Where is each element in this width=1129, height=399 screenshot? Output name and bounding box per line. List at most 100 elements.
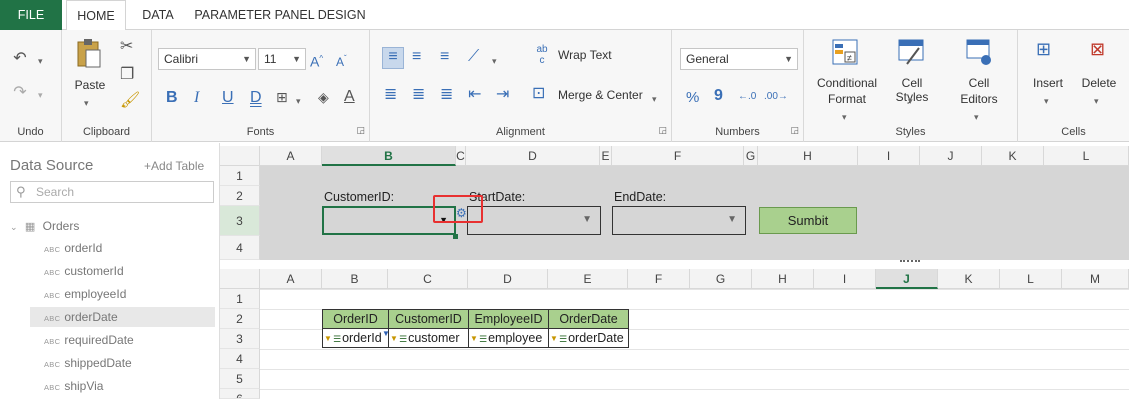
delete-cells-icon[interactable]: ⊠ (1090, 40, 1105, 58)
column-header[interactable]: J (920, 146, 982, 166)
table-header-cell[interactable]: EmployeeID (468, 309, 549, 329)
increase-indent-icon[interactable]: ⇥ (496, 86, 509, 104)
chevron-down-icon[interactable]: ▾ (492, 52, 497, 70)
cut-icon[interactable]: ✂ (120, 38, 133, 56)
tab-home[interactable]: HOME (66, 0, 126, 31)
row-header[interactable]: 5 (220, 369, 260, 389)
filter-icon[interactable]: ▼ (382, 329, 390, 338)
field-item[interactable]: ABC customerId (30, 261, 215, 281)
chevron-down-icon[interactable]: ▾ (974, 108, 979, 126)
increase-font-icon[interactable]: A^ (310, 50, 323, 71)
paste-icon[interactable] (74, 38, 104, 70)
chevron-down-icon[interactable]: ▾ (908, 92, 913, 110)
row-header[interactable]: 2 (220, 186, 260, 206)
dropdown-arrow-icon[interactable]: ▼ (582, 214, 592, 225)
column-header[interactable]: H (752, 269, 814, 289)
column-header[interactable]: C (388, 269, 468, 289)
corner-header[interactable] (220, 269, 260, 289)
font-name-select[interactable]: Calibri ▼ (158, 48, 256, 70)
percent-icon[interactable]: % (686, 89, 699, 107)
font-size-select[interactable]: 11 ▼ (258, 48, 306, 70)
wrap-text-button[interactable]: Wrap Text (558, 48, 612, 62)
column-header[interactable]: H (758, 146, 858, 166)
double-underline-icon[interactable]: D (250, 89, 262, 107)
chevron-down-icon[interactable]: ▾ (38, 52, 43, 70)
chevron-down-icon[interactable]: ▾ (842, 108, 847, 126)
splitter-handle[interactable] (900, 260, 920, 263)
conditional-format-icon[interactable]: ≠ (830, 38, 860, 68)
align-left-icon[interactable]: ≣ (384, 86, 397, 104)
number-format-select[interactable]: General ▼ (680, 48, 798, 70)
delete-button[interactable]: Delete (1078, 76, 1120, 90)
add-table-button[interactable]: +Add Table (144, 159, 204, 173)
column-header[interactable]: I (814, 269, 876, 289)
format-painter-icon[interactable]: 🖌 (120, 92, 140, 110)
cell-editors-button[interactable]: Cell (954, 76, 1004, 90)
column-header[interactable]: B (322, 146, 456, 166)
search-input[interactable]: ⚲ Search (10, 181, 214, 203)
increase-decimal-icon[interactable]: ←.0 (738, 88, 756, 106)
row-header[interactable]: 1 (220, 166, 260, 186)
chevron-down-icon[interactable]: ▾ (38, 86, 43, 104)
fill-handle[interactable] (453, 234, 458, 239)
column-header[interactable]: E (600, 146, 612, 166)
paste-button[interactable]: Paste (70, 78, 110, 92)
merge-center-button[interactable]: Merge & Center (558, 88, 643, 102)
chevron-down-icon[interactable]: ▾ (84, 94, 89, 112)
table-header-cell[interactable]: OrderID (322, 309, 389, 329)
comma-icon[interactable]: 9 (714, 87, 723, 105)
start-date-select[interactable]: ▼ (467, 206, 601, 235)
field-item[interactable]: ABC requiredDate (30, 330, 215, 350)
field-item[interactable]: ABC orderId (30, 238, 215, 258)
cell-editors-icon[interactable] (964, 38, 994, 68)
merge-center-icon[interactable]: ⊡ (532, 85, 545, 103)
align-center-icon[interactable]: ≣ (412, 86, 425, 104)
column-header[interactable]: K (982, 146, 1044, 166)
column-header[interactable]: B (322, 269, 388, 289)
table-binding-cell[interactable]: ▼ ☰customer (388, 328, 469, 348)
decrease-decimal-icon[interactable]: .00→ (764, 88, 788, 106)
align-middle-icon[interactable]: ≡ (412, 48, 421, 66)
tab-data[interactable]: DATA (134, 0, 182, 30)
font-color-icon[interactable]: A (344, 88, 355, 106)
column-header[interactable]: F (628, 269, 690, 289)
submit-button[interactable]: Sumbit (759, 207, 857, 234)
redo-icon[interactable]: ↷ (10, 84, 30, 102)
copy-icon[interactable]: ❐ (120, 66, 134, 84)
chevron-down-icon[interactable]: ⌄ (10, 222, 18, 232)
column-header[interactable]: E (548, 269, 628, 289)
table-header-cell[interactable]: OrderDate (548, 309, 629, 329)
alignment-dialog-launcher-icon[interactable]: ◲ (658, 125, 667, 136)
column-header[interactable]: D (468, 269, 548, 289)
dropdown-arrow-icon[interactable]: ▼ (727, 214, 737, 225)
column-header[interactable]: G (690, 269, 752, 289)
align-right-icon[interactable]: ≣ (440, 86, 453, 104)
border-icon[interactable]: ⊞ (276, 88, 288, 106)
column-header[interactable]: L (1044, 146, 1129, 166)
conditional-format-button[interactable]: Conditional (812, 76, 882, 90)
column-header[interactable]: M (1062, 269, 1129, 289)
decrease-font-icon[interactable]: Aˇ (336, 50, 347, 71)
column-header[interactable]: A (260, 269, 322, 289)
decrease-indent-icon[interactable]: ⇤ (468, 86, 481, 104)
corner-header[interactable] (220, 146, 260, 166)
insert-cells-icon[interactable]: ⊞ (1036, 40, 1051, 58)
row-header[interactable]: 2 (220, 309, 260, 329)
column-header[interactable]: A (260, 146, 322, 166)
align-top-icon[interactable]: ≡ (382, 47, 404, 69)
field-item-selected[interactable]: ABC orderDate (30, 307, 215, 327)
table-header-cell[interactable]: CustomerID (388, 309, 469, 329)
column-header[interactable]: C (456, 146, 466, 166)
wrap-text-icon[interactable]: ab c (534, 44, 550, 66)
column-header[interactable]: D (466, 146, 600, 166)
column-header[interactable]: I (858, 146, 920, 166)
table-binding-cell[interactable]: ▼ ☰employee (468, 328, 549, 348)
column-header[interactable]: K (938, 269, 1000, 289)
orientation-icon[interactable]: ⟋ (468, 48, 479, 66)
tab-parameter-panel-design[interactable]: PARAMETER PANEL DESIGN (192, 0, 368, 30)
align-bottom-icon[interactable]: ≡ (440, 48, 449, 66)
table-binding-cell[interactable]: ▼ ☰orderDate (548, 328, 629, 348)
fonts-dialog-launcher-icon[interactable]: ◲ (356, 125, 365, 136)
column-header[interactable]: L (1000, 269, 1062, 289)
row-header[interactable]: 3 (220, 329, 260, 349)
